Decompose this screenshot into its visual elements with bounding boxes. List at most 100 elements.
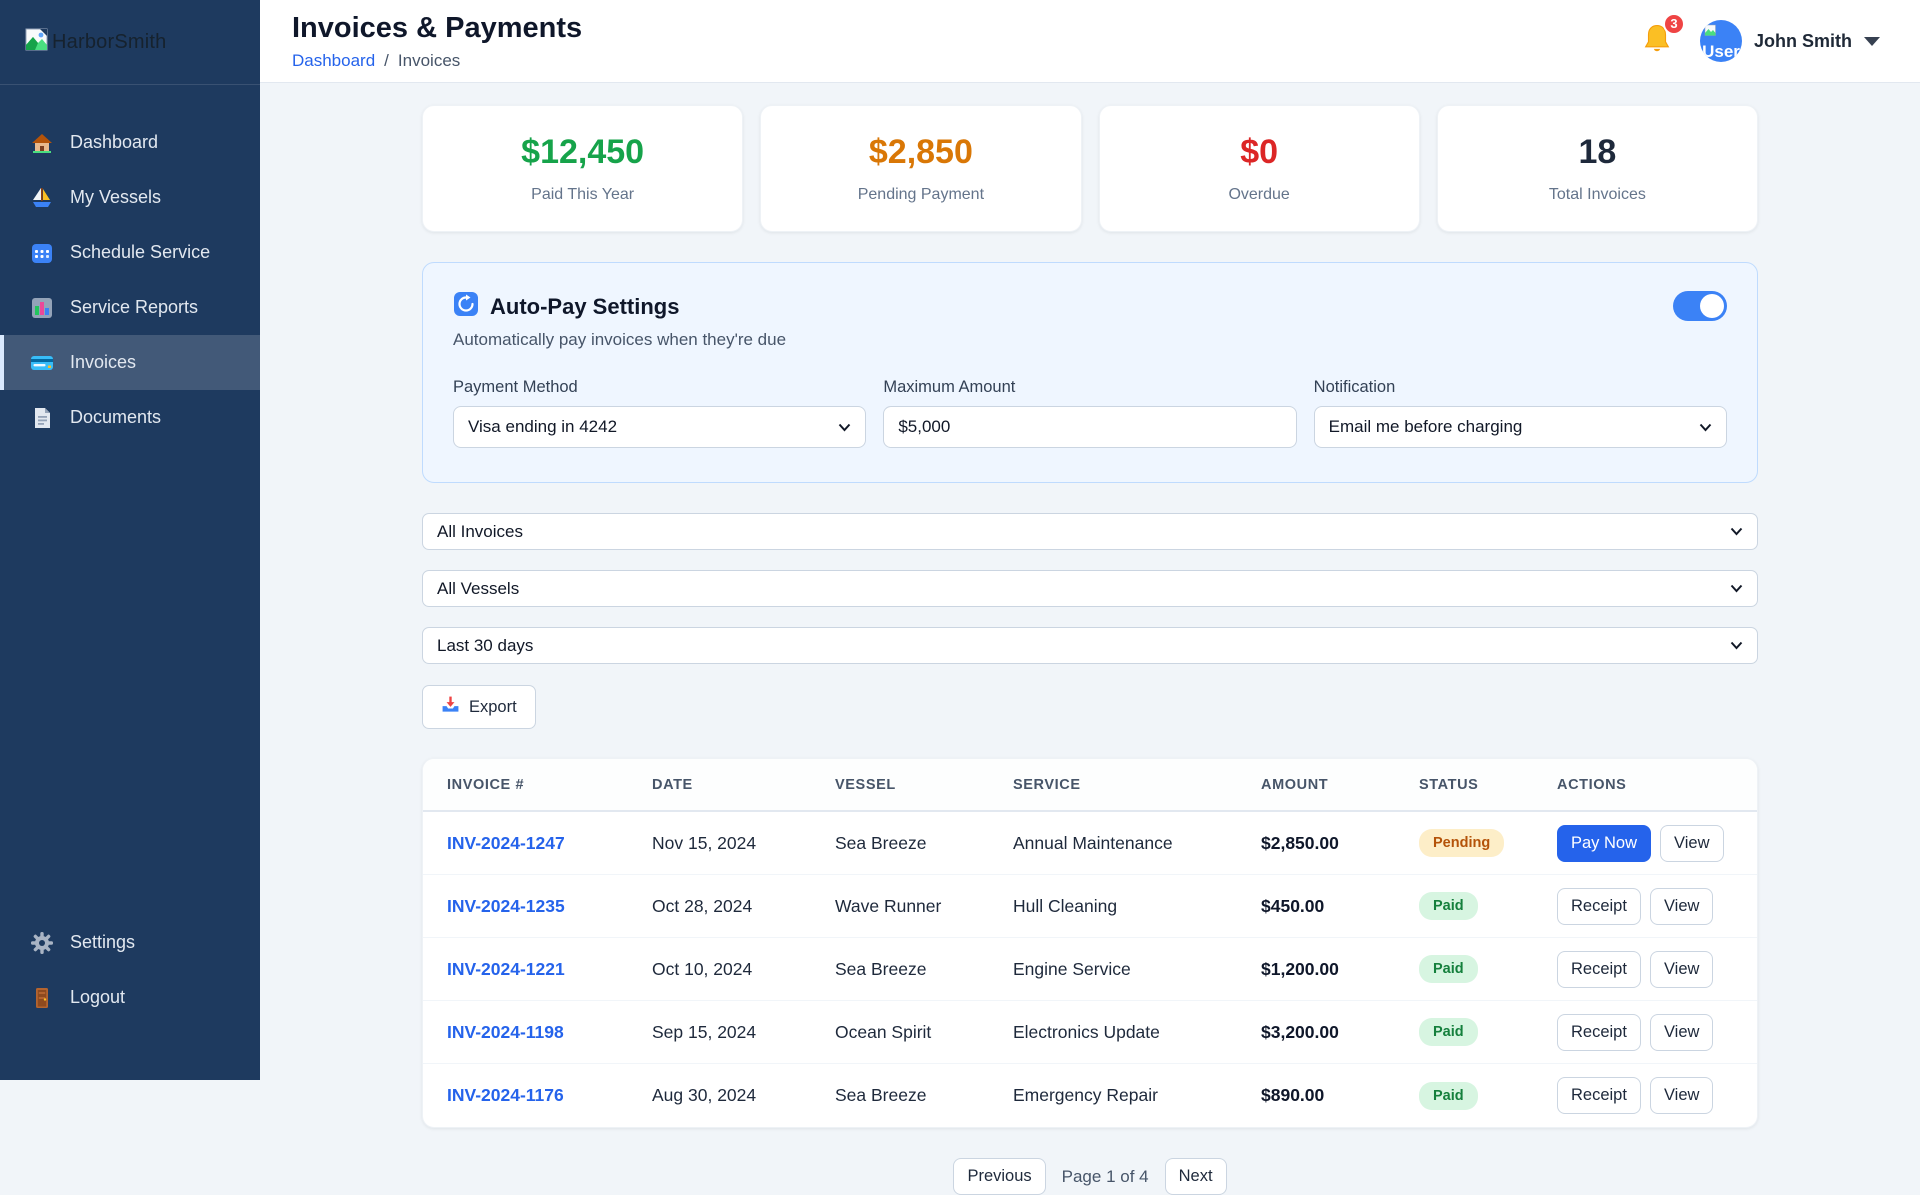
status-badge: Pending: [1419, 829, 1505, 857]
column-header: INVOICE #: [447, 776, 525, 793]
payment-method-select[interactable]: Visa ending in 4242: [453, 406, 867, 448]
stat-value: $2,850: [868, 133, 973, 171]
logo-alt-text: HarborSmith: [52, 30, 167, 53]
selected-value: Email me before charging: [1328, 417, 1523, 436]
column-header: SERVICE: [1013, 776, 1081, 793]
invoice-date: Nov 15, 2024: [652, 832, 757, 853]
invoice-date: Aug 30, 2024: [652, 1085, 757, 1105]
stat-label: Overdue: [1228, 186, 1290, 203]
main-area: Invoices & Payments Dashboard / Invoices…: [260, 0, 1920, 1195]
sidebar-item-service-reports[interactable]: Service Reports: [0, 280, 260, 335]
invoice-status-filter-select[interactable]: All Invoices: [422, 513, 1758, 550]
receipt-button[interactable]: Receipt: [1557, 1013, 1641, 1051]
autopay-settings-panel: Auto-Pay Settings Automatically pay invo…: [422, 262, 1758, 483]
sidebar-item-schedule-service[interactable]: Schedule Service: [0, 225, 260, 280]
autopay-title: Auto-Pay Settings: [490, 293, 680, 319]
page-title: Invoices & Payments: [292, 11, 583, 44]
view-button[interactable]: View: [1649, 1013, 1714, 1051]
content: $12,450 Paid This Year $2,850 Pending Pa…: [422, 83, 1758, 1195]
receipt-button[interactable]: Receipt: [1557, 1077, 1641, 1114]
field-label: Notification: [1313, 378, 1396, 396]
view-button[interactable]: View: [1649, 950, 1714, 988]
filters: All Invoices All Vessels Last 30 days Ex…: [422, 513, 1758, 729]
user-name: John Smith: [1754, 30, 1852, 51]
previous-page-button[interactable]: Previous: [953, 1158, 1046, 1195]
invoice-link[interactable]: INV-2024-1221: [447, 959, 652, 980]
stat-label: Paid This Year: [531, 186, 635, 203]
view-button[interactable]: View: [1649, 1077, 1714, 1114]
calendar-icon: [30, 241, 54, 265]
pagination: Previous Page 1 of 4 Next: [422, 1158, 1758, 1195]
user-menu[interactable]: User John Smith: [1700, 20, 1880, 62]
invoice-service: Emergency Repair: [1013, 1085, 1158, 1105]
sidebar-item-dashboard[interactable]: Dashboard: [0, 115, 260, 170]
invoice-link[interactable]: INV-2024-1198: [447, 1022, 652, 1043]
invoice-vessel: Sea Breeze: [835, 958, 927, 979]
sidebar-item-my-vessels[interactable]: My Vessels: [0, 170, 260, 225]
payment-method-field: Payment Method Visa ending in 4242: [453, 378, 867, 448]
selected-value: Visa ending in 4242: [468, 417, 618, 436]
sidebar-footer: Settings Logout: [0, 915, 260, 1025]
stat-value: 18: [1578, 133, 1617, 171]
broken-image-icon: [24, 27, 50, 58]
export-button[interactable]: Export: [422, 685, 536, 729]
door-icon: [30, 986, 54, 1010]
avatar-alt-text: User: [1702, 42, 1740, 62]
table-row: INV-2024-1247 Nov 15, 2024 Sea Breeze An…: [423, 812, 1757, 875]
sidebar-item-logout[interactable]: Logout: [0, 970, 260, 1025]
invoice-service: Electronics Update: [1013, 1021, 1160, 1042]
sidebar-item-settings[interactable]: Settings: [0, 915, 260, 970]
breadcrumb-separator: /: [384, 50, 389, 70]
credit-card-icon: [30, 351, 54, 375]
autopay-subtitle: Automatically pay invoices when they're …: [453, 330, 787, 349]
invoice-link[interactable]: INV-2024-1176: [447, 1085, 652, 1106]
selected-value: Last 30 days: [437, 635, 534, 655]
chevron-down-icon: [839, 423, 851, 431]
chevron-down-icon: [1699, 423, 1712, 431]
sidebar-item-invoices[interactable]: Invoices: [0, 335, 260, 390]
sidebar: HarborSmith Dashboard My Vessels Schedul…: [0, 0, 260, 1080]
maximum-amount-input[interactable]: [883, 406, 1297, 448]
invoice-vessel: Wave Runner: [835, 895, 942, 916]
stat-label: Total Invoices: [1548, 186, 1646, 203]
invoice-amount: $450.00: [1261, 895, 1325, 916]
receipt-button[interactable]: Receipt: [1557, 950, 1641, 988]
sidebar-nav: Dashboard My Vessels Schedule Service Se…: [0, 115, 260, 445]
date-range-filter-select[interactable]: Last 30 days: [422, 627, 1758, 664]
maximum-amount-field: Maximum Amount: [883, 378, 1297, 448]
stat-value: $0: [1240, 133, 1279, 171]
status-badge: Paid: [1419, 1081, 1478, 1110]
stat-card-paid-this-year: $12,450 Paid This Year: [422, 105, 744, 232]
invoice-link[interactable]: INV-2024-1247: [447, 833, 652, 854]
next-page-button[interactable]: Next: [1164, 1158, 1227, 1195]
column-header: VESSEL: [835, 776, 896, 793]
invoice-amount: $890.00: [1261, 1085, 1325, 1105]
view-button[interactable]: View: [1649, 887, 1714, 925]
breadcrumb-dashboard-link[interactable]: Dashboard: [292, 51, 375, 71]
sidebar-item-documents[interactable]: Documents: [0, 390, 260, 445]
house-icon: [30, 131, 54, 155]
sidebar-item-label: Invoices: [70, 352, 137, 372]
sidebar-item-label: Service Reports: [70, 297, 199, 317]
invoice-date: Oct 10, 2024: [652, 958, 753, 979]
notification-select[interactable]: Email me before charging: [1313, 406, 1727, 448]
table-header-row: INVOICE # DATE VESSEL SERVICE AMOUNT STA…: [423, 759, 1757, 812]
top-bar: Invoices & Payments Dashboard / Invoices…: [260, 0, 1920, 83]
stat-card-overdue: $0 Overdue: [1098, 105, 1420, 232]
field-label: Payment Method: [453, 378, 578, 396]
stat-value: $12,450: [521, 133, 645, 171]
stats-row: $12,450 Paid This Year $2,850 Pending Pa…: [422, 105, 1758, 232]
receipt-button[interactable]: Receipt: [1557, 887, 1641, 925]
export-label: Export: [469, 697, 517, 716]
stat-card-total-invoices: 18 Total Invoices: [1436, 105, 1758, 232]
view-button[interactable]: View: [1660, 824, 1724, 862]
pay-now-button[interactable]: Pay Now: [1557, 824, 1652, 862]
autopay-toggle[interactable]: [1673, 291, 1727, 321]
table-row: INV-2024-1235 Oct 28, 2024 Wave Runner H…: [423, 875, 1757, 938]
vessel-filter-select[interactable]: All Vessels: [422, 570, 1758, 607]
breadcrumb: Dashboard / Invoices: [292, 51, 582, 71]
invoice-link[interactable]: INV-2024-1235: [447, 896, 652, 917]
notifications-button[interactable]: 3: [1640, 12, 1685, 61]
chevron-down-icon: [1730, 527, 1743, 536]
column-header: DATE: [652, 776, 693, 793]
